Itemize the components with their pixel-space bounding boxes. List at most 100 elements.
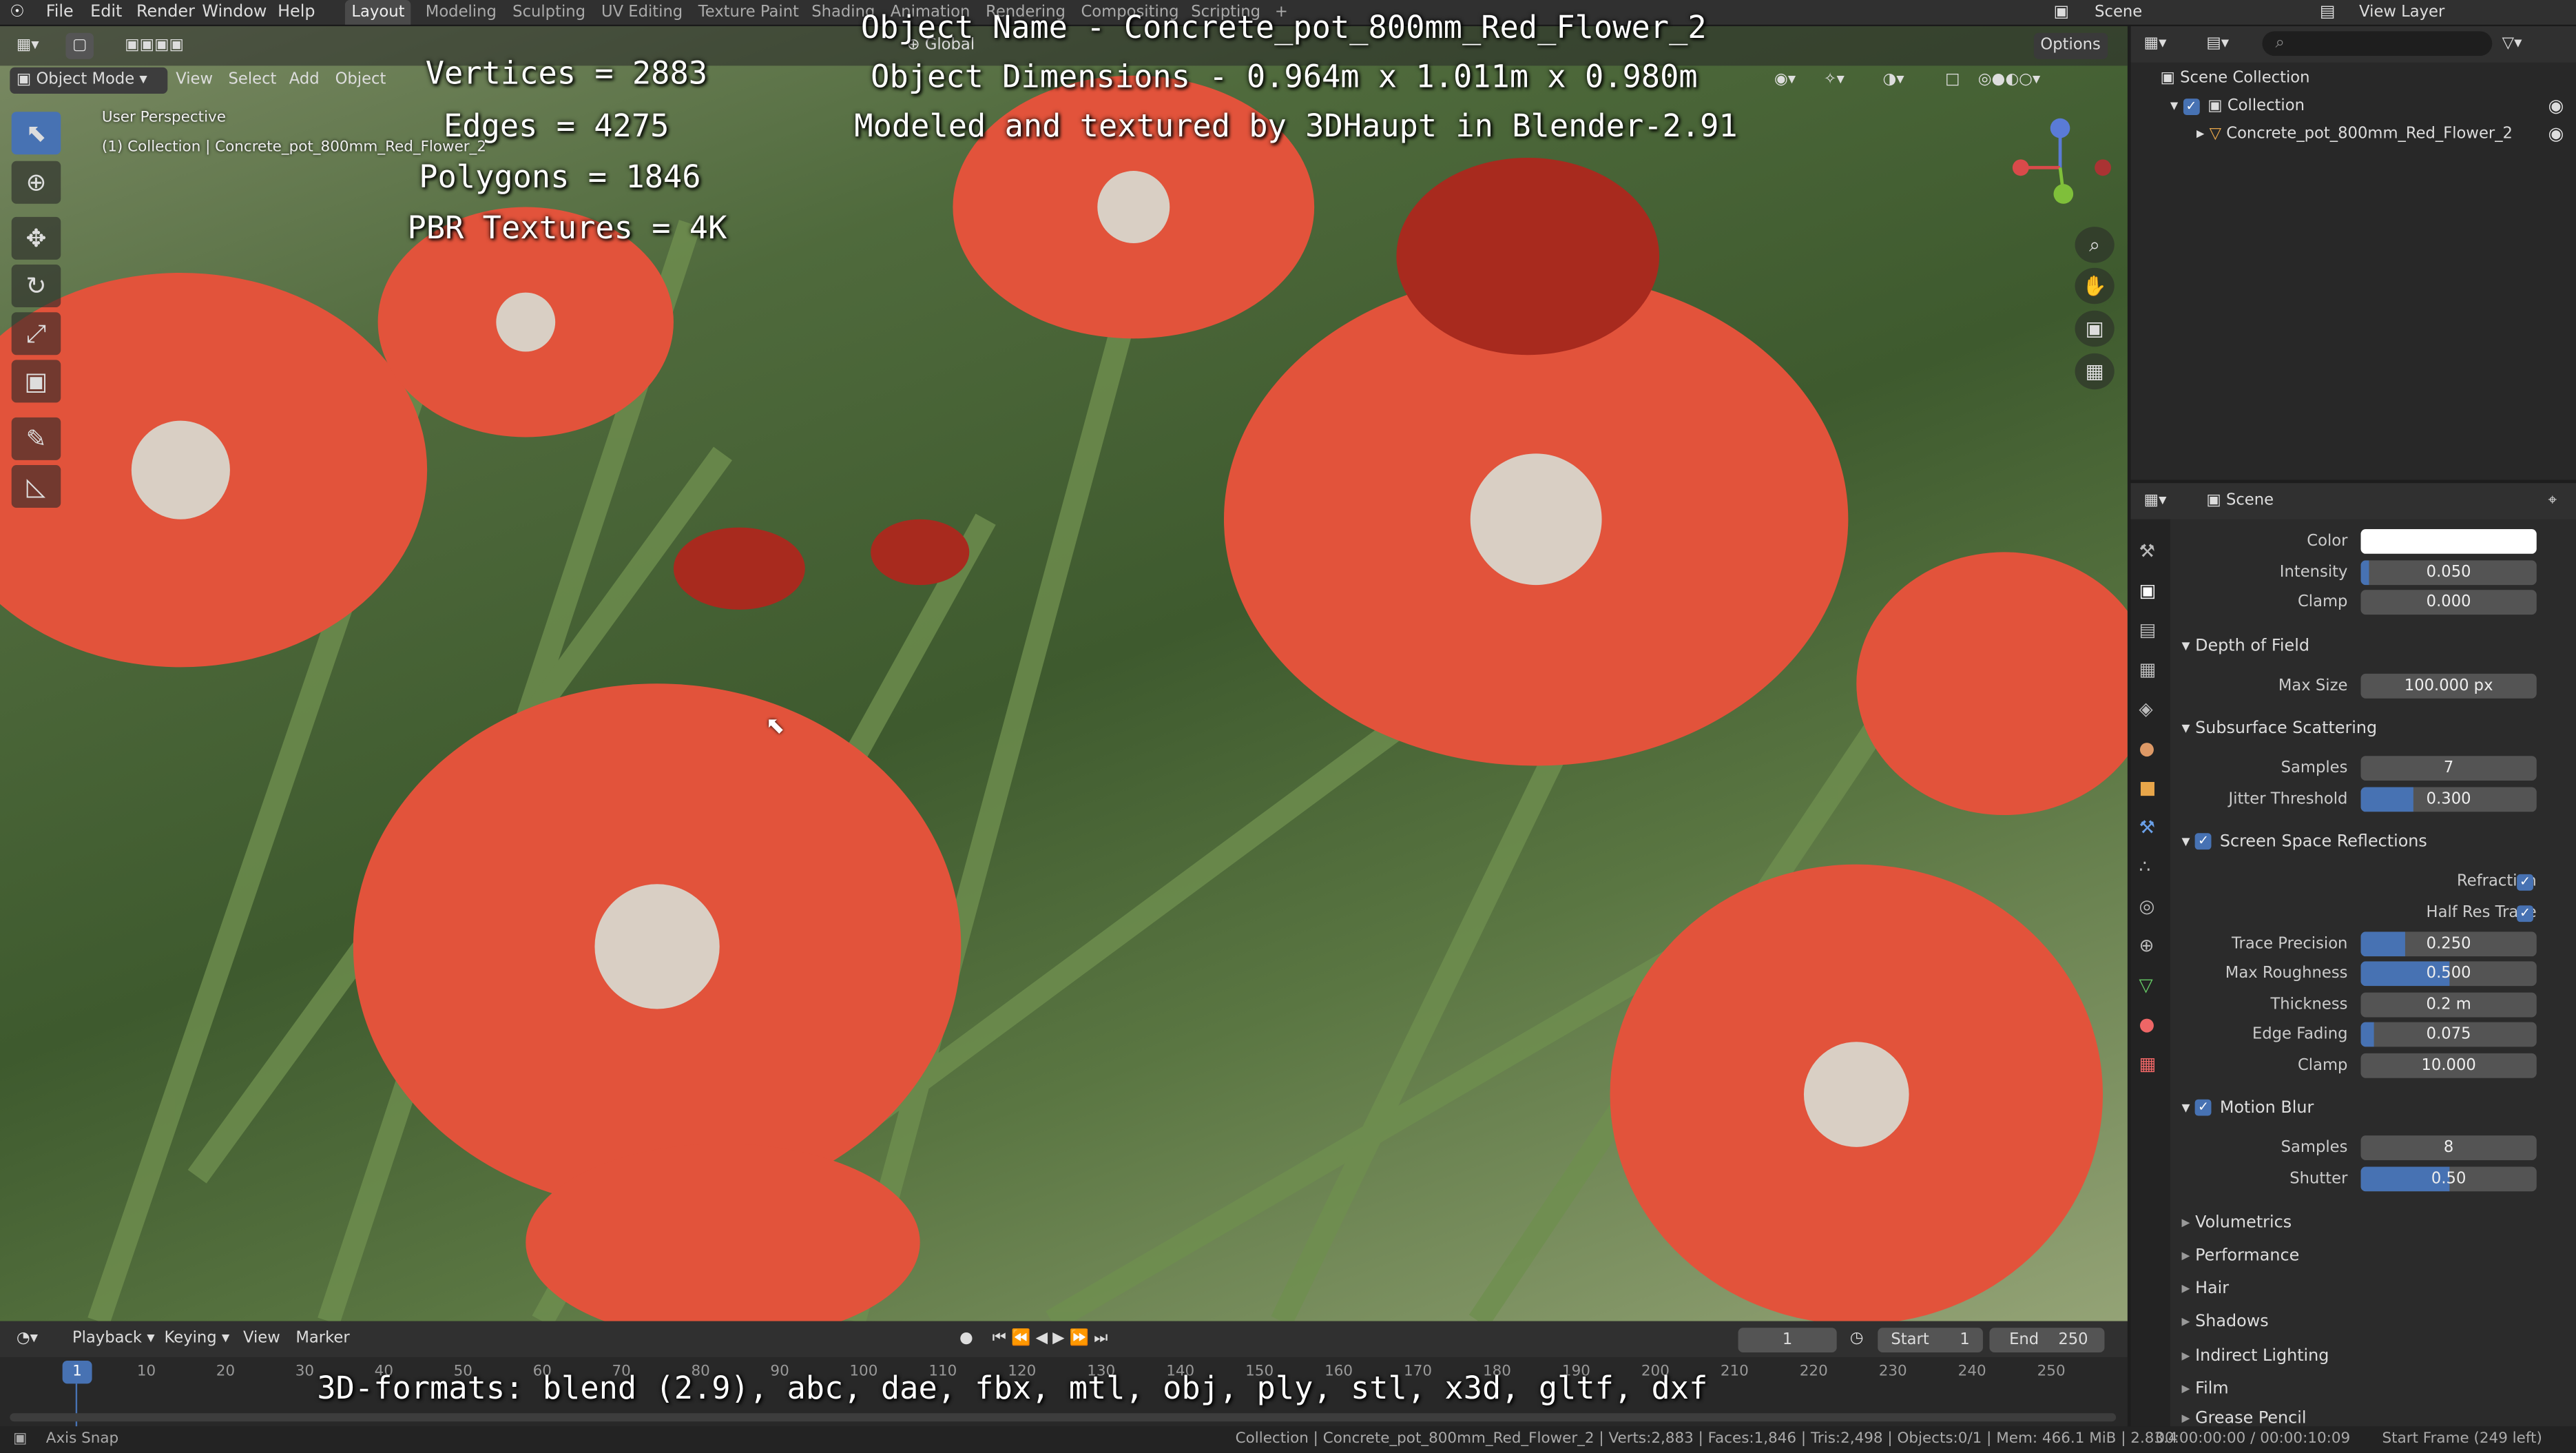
tab-icons[interactable]: ⚒ ▣ ▤ ▦ ◈ ● ■ ⚒ ∴ ◎ ⊕ ▽ ● ▦ bbox=[2139, 533, 2157, 1084]
menu-edit[interactable]: Edit bbox=[90, 0, 122, 25]
end-frame-field[interactable]: End 250 bbox=[1989, 1328, 2105, 1353]
cursor-tool-icon[interactable]: ⊕ bbox=[11, 161, 61, 204]
editor-type-icon[interactable]: ▦▾ bbox=[10, 33, 45, 59]
menu-object[interactable]: Object bbox=[329, 68, 393, 94]
ssr-clamp-field[interactable]: 10.000 bbox=[2360, 1053, 2537, 1078]
blender-logo-icon[interactable]: ☉ bbox=[10, 0, 24, 25]
camera-icon[interactable]: ▣ bbox=[2075, 310, 2115, 347]
options-button[interactable]: Options bbox=[2033, 32, 2108, 59]
thickness-field[interactable]: 0.2 m bbox=[2360, 992, 2537, 1018]
refraction-checkbox[interactable]: ✓ bbox=[2517, 874, 2533, 891]
section-depth-of-field[interactable]: ▾ Depth of Field bbox=[2168, 631, 2576, 664]
outliner-scene-collection[interactable]: ▣ Scene Collection bbox=[2161, 69, 2310, 87]
visibility-icon[interactable]: ◉▾ bbox=[1767, 68, 1802, 94]
scene-tab-icon[interactable]: ◈ bbox=[2139, 690, 2157, 730]
object-tab-icon[interactable]: ■ bbox=[2139, 769, 2157, 808]
record-icon[interactable]: ● bbox=[953, 1326, 979, 1352]
scale-tool-icon[interactable]: ⤢ bbox=[11, 312, 61, 355]
tab-layout[interactable]: Layout bbox=[344, 0, 412, 25]
max-roughness-slider[interactable]: 0.500 bbox=[2360, 961, 2537, 987]
tab-texture-paint[interactable]: Texture Paint bbox=[692, 0, 805, 25]
max-size-field[interactable]: 100.000 px bbox=[2360, 673, 2537, 699]
view-layer-tab-icon[interactable]: ▦ bbox=[2139, 651, 2157, 690]
eye-icon[interactable]: ◉ bbox=[2548, 123, 2564, 145]
menu-file[interactable]: File bbox=[46, 0, 74, 25]
filter-icon[interactable]: ▽▾ bbox=[2495, 31, 2528, 57]
timeline-view-menu[interactable]: View bbox=[236, 1326, 287, 1352]
start-frame-field[interactable]: Start 1 bbox=[1878, 1328, 1983, 1353]
measure-tool-icon[interactable]: ◺ bbox=[11, 465, 61, 508]
move-tool-icon[interactable]: ✥ bbox=[11, 216, 61, 260]
tab-modeling[interactable]: Modeling bbox=[419, 0, 503, 25]
section-film[interactable]: ▸ Film bbox=[2168, 1374, 2576, 1407]
rotate-tool-icon[interactable]: ↻ bbox=[11, 265, 61, 308]
transform-tool-icon[interactable]: ▣ bbox=[11, 360, 61, 403]
particles-tab-icon[interactable]: ∴ bbox=[2139, 848, 2157, 887]
modifier-tab-icon[interactable]: ⚒ bbox=[2139, 809, 2157, 848]
gizmo-icon[interactable]: ✧▾ bbox=[1817, 68, 1851, 94]
grid-view-icon[interactable]: ▦ bbox=[2075, 353, 2115, 390]
world-tab-icon[interactable]: ● bbox=[2139, 730, 2157, 769]
clamp-field[interactable]: 0.000 bbox=[2360, 590, 2537, 615]
section-performance[interactable]: ▸ Performance bbox=[2168, 1241, 2576, 1274]
jitter-slider[interactable]: 0.300 bbox=[2360, 787, 2537, 812]
expand-arrow-icon[interactable]: ▾ bbox=[2170, 97, 2183, 115]
physics-tab-icon[interactable]: ◎ bbox=[2139, 887, 2157, 927]
playhead[interactable]: 1 bbox=[62, 1360, 92, 1384]
current-frame-field[interactable]: 1 bbox=[1738, 1328, 1837, 1353]
texture-tab-icon[interactable]: ▦ bbox=[2139, 1045, 2157, 1084]
playback-menu[interactable]: Playback ▾ bbox=[65, 1326, 161, 1352]
timeline-scrollbar[interactable] bbox=[10, 1413, 2117, 1422]
menu-window[interactable]: Window bbox=[202, 0, 267, 25]
select-tool-icon[interactable]: ⬉ bbox=[11, 112, 61, 155]
overlays-icon[interactable]: ◑▾ bbox=[1876, 68, 1911, 94]
ssr-checkbox[interactable]: ✓ bbox=[2195, 833, 2212, 850]
pan-hand-icon[interactable]: ✋ bbox=[2075, 267, 2115, 305]
color-swatch[interactable] bbox=[2360, 529, 2537, 554]
section-shadows[interactable]: ▸ Shadows bbox=[2168, 1306, 2576, 1339]
selection-mode-icons[interactable]: ▣▣▣▣ bbox=[118, 33, 191, 59]
zoom-icon[interactable]: ⌕ bbox=[2075, 227, 2115, 263]
properties-editor-icon[interactable]: ▦▾ bbox=[2137, 488, 2173, 514]
data-tab-icon[interactable]: ▽ bbox=[2139, 966, 2157, 1005]
3d-viewport[interactable] bbox=[0, 26, 2128, 1321]
object-mode-dropdown[interactable]: ▣ Object Mode ▾ bbox=[10, 67, 168, 94]
menu-add[interactable]: Add bbox=[282, 68, 326, 94]
eye-icon[interactable]: ◉ bbox=[2548, 95, 2564, 116]
render-tab-icon[interactable]: ▣ bbox=[2139, 572, 2157, 611]
shutter-slider[interactable]: 0.50 bbox=[2360, 1166, 2537, 1192]
tool-tab-icon[interactable]: ⚒ bbox=[2139, 533, 2157, 572]
outliner-collection[interactable]: ▾ ✓ ▣ Collection bbox=[2170, 97, 2305, 115]
xray-icon[interactable]: □ bbox=[1939, 68, 1967, 94]
section-ssr[interactable]: ▾ ✓ Screen Space Reflections bbox=[2168, 827, 2576, 860]
section-subsurface-scattering[interactable]: ▾ Subsurface Scattering bbox=[2168, 713, 2576, 746]
section-grease-pencil[interactable]: ▸ Grease Pencil bbox=[2168, 1403, 2576, 1427]
menu-view[interactable]: View bbox=[169, 68, 220, 94]
keying-menu[interactable]: Keying ▾ bbox=[158, 1326, 236, 1352]
section-volumetrics[interactable]: ▸ Volumetrics bbox=[2168, 1208, 2576, 1241]
intensity-slider[interactable]: 0.050 bbox=[2360, 560, 2537, 586]
expand-arrow-icon[interactable]: ▸ bbox=[2196, 125, 2210, 143]
marker-menu[interactable]: Marker bbox=[289, 1326, 356, 1352]
menu-help[interactable]: Help bbox=[278, 0, 315, 25]
outliner-editor-icon[interactable]: ▦▾ bbox=[2137, 31, 2173, 57]
section-motion-blur[interactable]: ▾ ✓ Motion Blur bbox=[2168, 1093, 2576, 1126]
motion-blur-checkbox[interactable]: ✓ bbox=[2195, 1099, 2212, 1116]
menu-select[interactable]: Select bbox=[222, 68, 283, 94]
clock-icon[interactable]: ◷ bbox=[1843, 1326, 1870, 1352]
navigation-gizmo[interactable] bbox=[2001, 115, 2116, 214]
display-mode-icon[interactable]: ▤▾ bbox=[2200, 31, 2236, 57]
timeline-editor-icon[interactable]: ◔▾ bbox=[10, 1326, 44, 1352]
playback-controls-icons[interactable]: ⏮⏪◀▶⏩⏭ bbox=[986, 1326, 1119, 1352]
constraint-tab-icon[interactable]: ⊕ bbox=[2139, 927, 2157, 966]
select-box-icon[interactable]: ▢ bbox=[65, 32, 94, 59]
scene-selector[interactable]: Scene bbox=[2095, 0, 2142, 25]
material-tab-icon[interactable]: ● bbox=[2139, 1006, 2157, 1045]
view-layer-selector[interactable]: View Layer bbox=[2359, 0, 2444, 25]
shading-modes-icon[interactable]: ◎●◐○▾ bbox=[1971, 68, 2047, 94]
outliner-object[interactable]: ▸ ▽ Concrete_pot_800mm_Red_Flower_2 bbox=[2196, 125, 2513, 143]
collection-checkbox[interactable]: ✓ bbox=[2183, 97, 2200, 114]
section-indirect-lighting[interactable]: ▸ Indirect Lighting bbox=[2168, 1341, 2576, 1374]
tab-uv-editing[interactable]: UV Editing bbox=[594, 0, 689, 25]
output-tab-icon[interactable]: ▤ bbox=[2139, 611, 2157, 650]
